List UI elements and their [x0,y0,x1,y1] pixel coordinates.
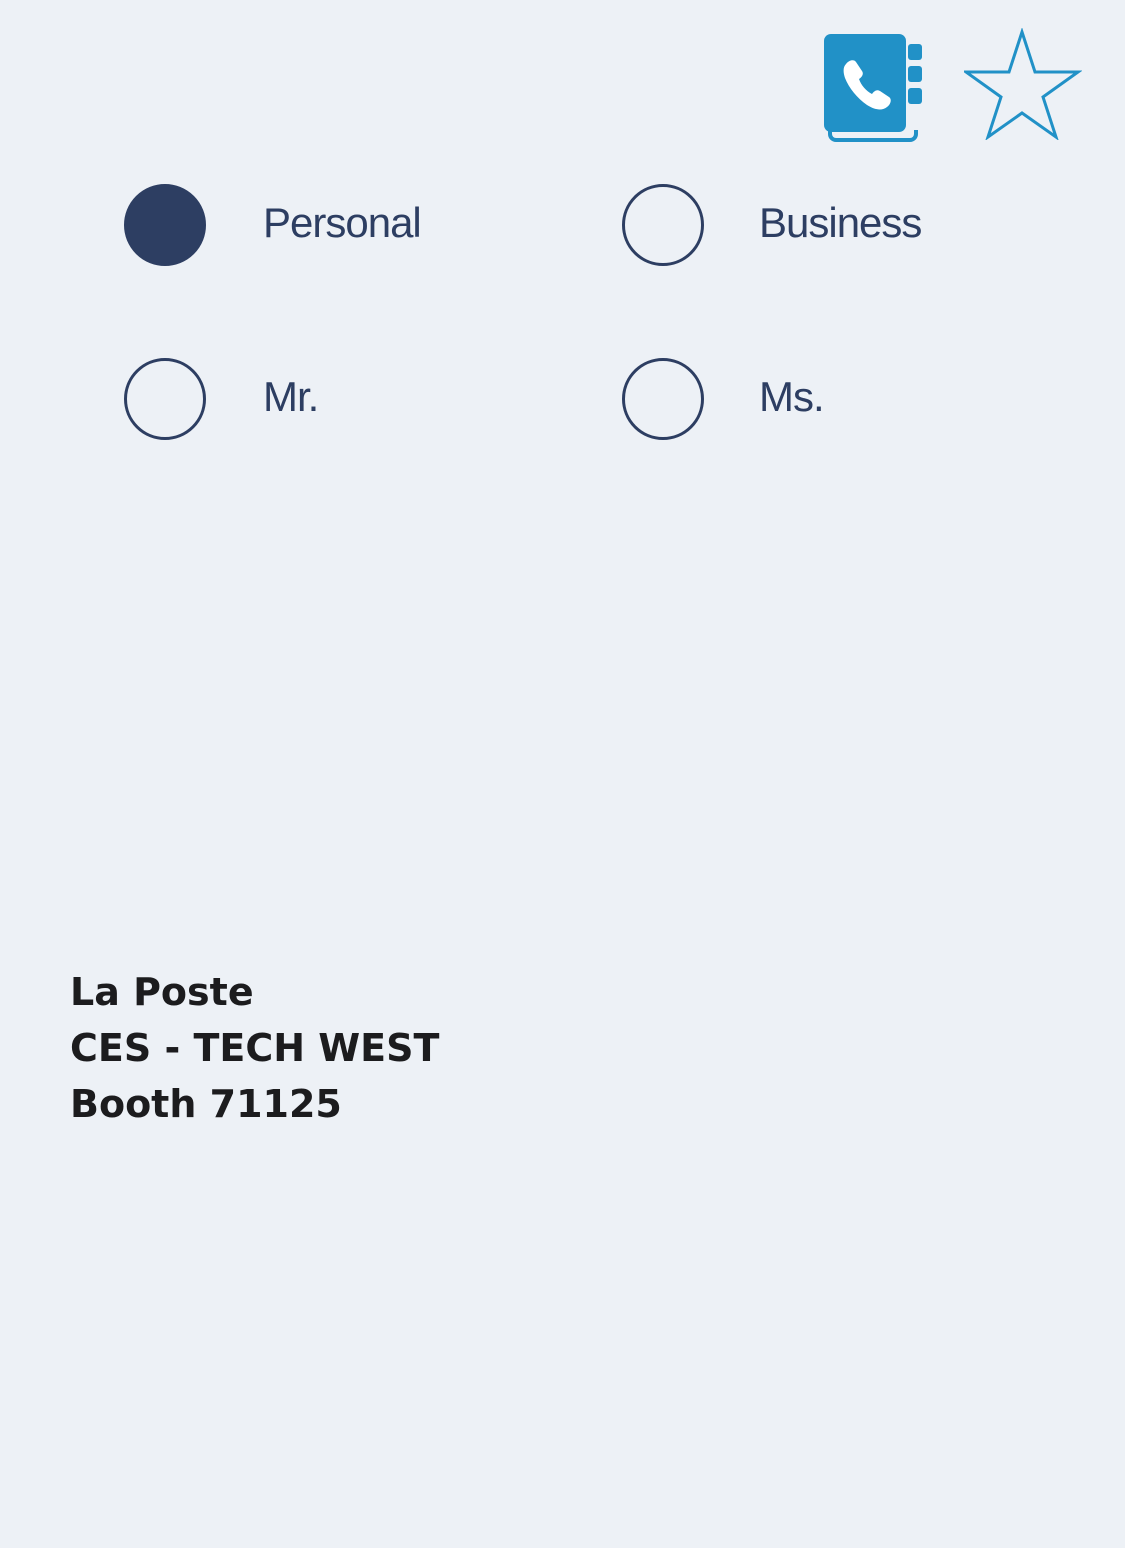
radio-ms-indicator[interactable] [622,358,704,440]
radio-ms-label: Ms. [759,373,825,420]
phone-book-icon [824,34,922,142]
radio-personal[interactable]: Personal [124,183,484,267]
radio-business-label: Business [759,199,922,246]
radio-personal-indicator[interactable] [124,184,206,266]
radio-business[interactable]: Business [622,183,982,267]
address-line-event: CES - TECH WEST [70,1026,440,1070]
address-line-name: La Poste [70,970,254,1014]
address-line-booth: Booth 71125 [70,1082,342,1126]
radio-mr-indicator[interactable] [124,358,206,440]
radio-business-indicator[interactable] [622,184,704,266]
favorite-star-icon [961,27,1083,141]
radio-ms[interactable]: Ms. [622,357,982,441]
star-outline-icon[interactable] [961,27,1083,141]
radio-mr[interactable]: Mr. [124,357,484,441]
contacts-book-icon[interactable] [824,34,922,142]
address-block: La Poste CES - TECH WEST Booth 71125 [70,964,770,1132]
radio-personal-label: Personal [263,199,422,246]
radio-mr-label: Mr. [263,373,319,420]
